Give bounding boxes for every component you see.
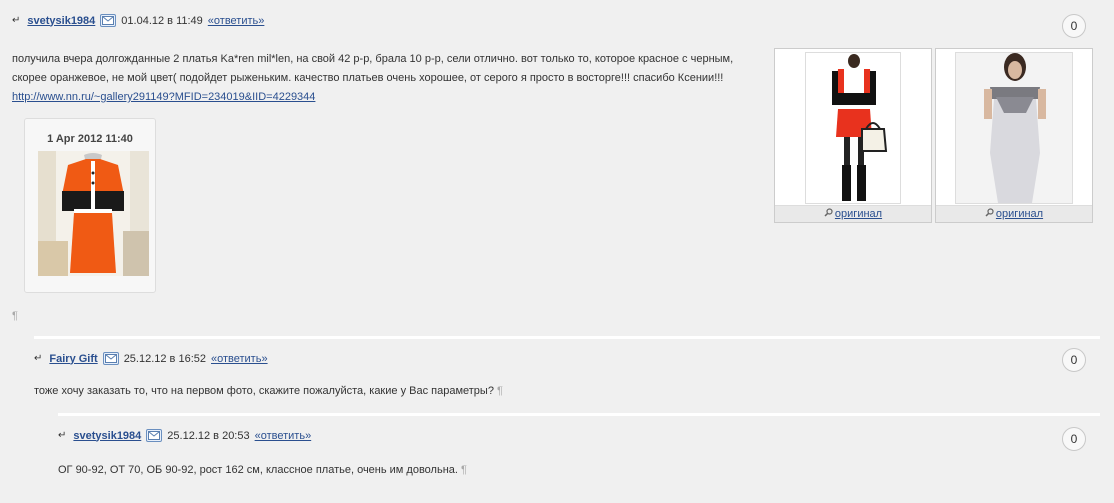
comment-date: 01.04.12 в 11:49 (121, 14, 203, 27)
mail-icon[interactable] (146, 429, 163, 442)
comment-text: ОГ 90-92, ОТ 70, ОБ 90-92, рост 162 см, … (58, 461, 958, 480)
reply-link[interactable]: «ответить» (208, 15, 265, 27)
comment-header: ↵ svetysik1984 25.12.12 в 20:53 «ответит… (58, 429, 311, 442)
comment-date: 25.12.12 в 16:52 (123, 352, 206, 365)
comment-3: ↵ svetysik1984 25.12.12 в 20:53 «ответит… (58, 413, 1100, 493)
reply-arrow-icon: ↵ (34, 353, 43, 364)
reply-arrow-icon: ↵ (58, 430, 67, 441)
attached-photo-card[interactable]: 1 Apr 2012 11:40 (24, 118, 156, 293)
mail-icon[interactable] (102, 352, 119, 365)
comment-date: 25.12.12 в 20:53 (167, 429, 250, 442)
paragraph-mark: ¶ (497, 385, 503, 397)
thumbnail-image[interactable] (805, 52, 901, 204)
comment-body: получила вчера долгожданные 2 платья Ka*… (12, 53, 734, 84)
thumbnail-grey-dress[interactable]: оригинал (935, 48, 1093, 223)
thumbnail-red-dress[interactable]: оригинал (774, 48, 932, 223)
comment-body: ОГ 90-92, ОТ 70, ОБ 90-92, рост 162 см, … (58, 464, 458, 476)
comment-text: тоже хочу заказать то, что на первом фот… (34, 382, 934, 401)
magnifier-icon (824, 206, 833, 222)
author-link[interactable]: Fairy Gift (49, 353, 97, 365)
mail-icon[interactable] (100, 14, 117, 27)
comment-body: тоже хочу заказать то, что на первом фот… (34, 385, 494, 397)
dress-photo[interactable] (38, 151, 149, 276)
author-link[interactable]: svetysik1984 (27, 15, 95, 27)
paragraph-mark: ¶ (461, 464, 467, 476)
author-link[interactable]: svetysik1984 (73, 430, 141, 442)
magnifier-icon (985, 206, 994, 222)
reply-link[interactable]: «ответить» (255, 430, 312, 442)
comment-header: ↵ Fairy Gift 25.12.12 в 16:52 «ответить» (34, 352, 268, 365)
paragraph-mark: ¶ (12, 310, 18, 322)
gallery-link[interactable]: http://www.nn.ru/~gallery291149?MFID=234… (12, 91, 315, 103)
reply-link[interactable]: «ответить» (211, 353, 268, 365)
comment-header: ↵ svetysik1984 01.04.12 в 11:49 «ответит… (12, 14, 264, 27)
photo-date: 1 Apr 2012 11:40 (47, 133, 133, 145)
comment-text: получила вчера долгожданные 2 платья Ka*… (12, 50, 757, 107)
reply-count-badge[interactable]: 0 (1062, 427, 1086, 451)
original-link[interactable]: оригинал (996, 208, 1043, 220)
thumbnail-image[interactable] (955, 52, 1073, 204)
original-link[interactable]: оригинал (835, 208, 882, 220)
reply-arrow-icon: ↵ (12, 15, 21, 26)
comment-1: ↵ svetysik1984 01.04.12 в 11:49 «ответит… (0, 0, 1100, 332)
comment-2: ↵ Fairy Gift 25.12.12 в 16:52 «ответить»… (34, 336, 1100, 410)
reply-count-badge[interactable]: 0 (1062, 348, 1086, 372)
original-link-bar: оригинал (775, 205, 931, 222)
original-link-bar: оригинал (936, 205, 1092, 222)
reply-count-badge[interactable]: 0 (1062, 14, 1086, 38)
